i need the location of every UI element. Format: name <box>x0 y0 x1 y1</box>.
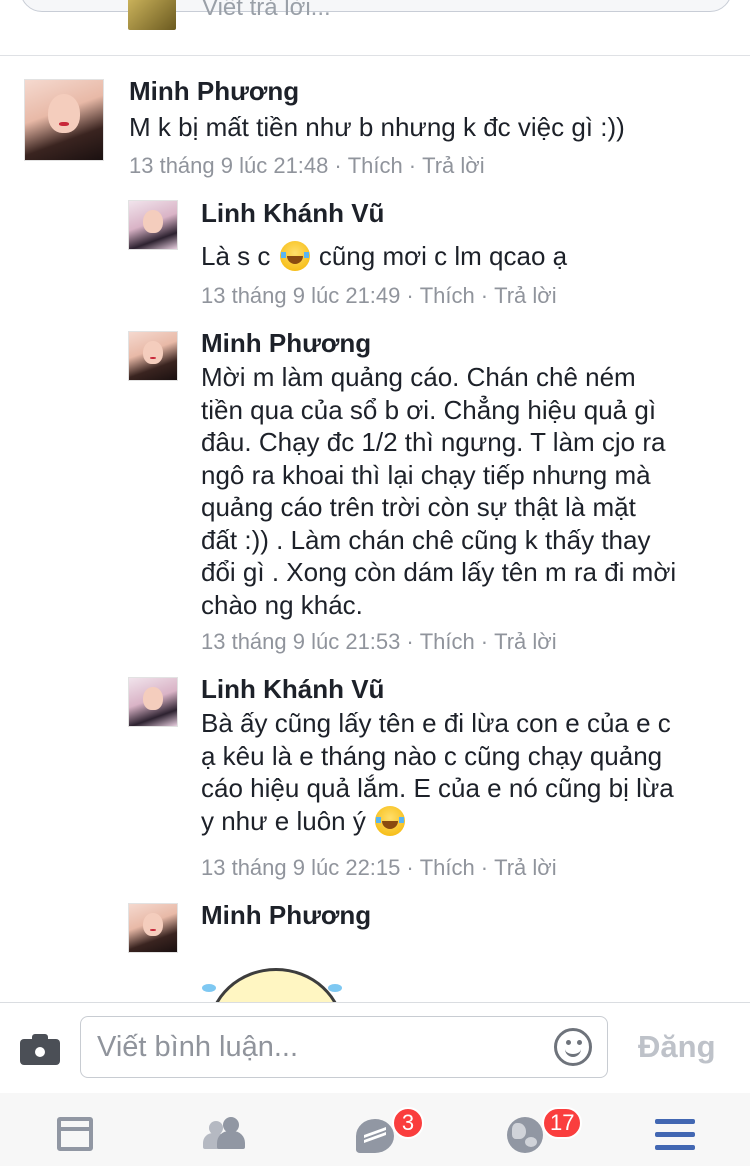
comment-meta: 13 tháng 9 lúc 21:48 · Thích · Trả lời <box>129 153 485 178</box>
laughing-emoji-icon <box>279 241 310 271</box>
comment-text: M k bị mất tiền như b nhưng k đc việc gì… <box>129 112 625 142</box>
like-link[interactable]: Thích <box>420 283 475 308</box>
messages-badge: 3 <box>392 1107 424 1139</box>
comment-text: Bà ấy cũng lấy tên e đi lừa con e của e … <box>201 707 674 837</box>
tab-news-feed[interactable] <box>20 1093 130 1166</box>
emoji-picker-icon[interactable] <box>554 1028 592 1066</box>
comment-timestamp[interactable]: 13 tháng 9 lúc 21:48 <box>129 153 328 178</box>
avatar-minh-phuong[interactable] <box>128 903 178 953</box>
avatar-minh-phuong[interactable] <box>128 331 178 381</box>
reply-placeholder-top: Viết trả lời... <box>202 0 331 21</box>
reply-link[interactable]: Trả lời <box>494 855 557 880</box>
news-feed-icon <box>57 1117 93 1151</box>
post-button[interactable]: Đăng <box>638 1029 716 1065</box>
comment-text: Mời m làm quảng cáo. Chán chê ném tiền q… <box>201 361 676 621</box>
globe-icon <box>507 1117 543 1153</box>
comment-meta: 13 tháng 9 lúc 21:53 · Thích · Trả lời <box>201 629 557 654</box>
avatar <box>128 0 176 30</box>
commenter-name[interactable]: Linh Khánh Vũ <box>201 674 384 705</box>
comment-line-with-emoji: y như e luôn ý <box>201 805 674 838</box>
commenter-name[interactable]: Linh Khánh Vũ <box>201 198 384 229</box>
avatar-minh-phuong[interactable] <box>24 79 104 161</box>
like-link[interactable]: Thích <box>420 855 475 880</box>
comment-timestamp[interactable]: 13 tháng 9 lúc 22:15 <box>201 855 400 880</box>
laughing-emoji-icon <box>375 805 406 836</box>
comment-line: Mời m làm quảng cáo. Chán chê ném <box>201 362 636 392</box>
notifications-badge: 17 <box>542 1107 583 1139</box>
comment-composer: Đăng <box>0 1002 750 1094</box>
comment-text: Là s c cũng mơi c lm qcao ạ <box>201 240 567 273</box>
comment-timestamp[interactable]: 13 tháng 9 lúc 21:53 <box>201 629 400 654</box>
comment-line: đất :)) . Làm chán chê cũng k thấy thay <box>201 524 651 555</box>
comment-line: Bà ấy cũng lấy tên e đi lừa con e của e … <box>201 708 671 738</box>
reply-link[interactable]: Trả lời <box>422 153 485 178</box>
tab-friend-requests[interactable] <box>170 1093 280 1166</box>
comment-line: ngô ra khoai thì lại chạy tiếp nhưng mà <box>201 459 651 490</box>
messenger-icon <box>356 1119 394 1153</box>
comment-meta: 13 tháng 9 lúc 21:49 · Thích · Trả lời <box>201 283 557 308</box>
comment-input[interactable] <box>80 1016 608 1078</box>
avatar-linh-khanh-vu[interactable] <box>128 677 178 727</box>
tab-menu[interactable] <box>620 1093 730 1166</box>
menu-icon <box>655 1119 695 1151</box>
reply-link[interactable]: Trả lời <box>494 629 557 654</box>
comment-line: quảng cáo trên trời còn sự thật là mặt <box>201 492 636 522</box>
bottom-tab-bar: 3 17 <box>0 1093 750 1166</box>
comment-text-part: Là s c <box>201 241 271 271</box>
reply-input-top[interactable] <box>20 0 732 12</box>
commenter-name[interactable]: Minh Phương <box>129 76 299 107</box>
comment-text-part: cũng mơi c lm qcao ạ <box>318 241 568 271</box>
comment-line: y như e luôn ý <box>201 805 366 836</box>
comment-line: cáo hiệu quả lắm. E của e nó cũng bị lừa <box>201 773 674 803</box>
tab-messages[interactable]: 3 <box>320 1093 430 1166</box>
comment-timestamp[interactable]: 13 tháng 9 lúc 21:49 <box>201 283 400 308</box>
friends-icon <box>203 1117 249 1149</box>
comment-line: đâu. Chạy đc 1/2 thì ngưng. T làm cjo ra <box>201 427 666 457</box>
comment-line: ạ kêu là e tháng nào c cũng chạy quảng <box>201 740 663 771</box>
comment-line: đổi gì . Xong còn dám lấy tên m ra đi mờ… <box>201 557 677 587</box>
comment-line: tiền qua của sổ b ơi. Chẳng hiệu quả gì <box>201 394 657 425</box>
comment-line: chào ng khác. <box>201 589 363 620</box>
commenter-name[interactable]: Minh Phương <box>201 328 371 359</box>
camera-icon[interactable] <box>20 1033 60 1065</box>
comment-meta: 13 tháng 9 lúc 22:15 · Thích · Trả lời <box>201 855 557 880</box>
avatar-linh-khanh-vu[interactable] <box>128 200 178 250</box>
commenter-name[interactable]: Minh Phương <box>201 900 371 931</box>
like-link[interactable]: Thích <box>420 629 475 654</box>
like-link[interactable]: Thích <box>348 153 403 178</box>
tab-notifications[interactable]: 17 <box>470 1093 583 1166</box>
reply-link[interactable]: Trả lời <box>494 283 557 308</box>
previous-reply-box: Viết trả lời... <box>0 0 750 56</box>
